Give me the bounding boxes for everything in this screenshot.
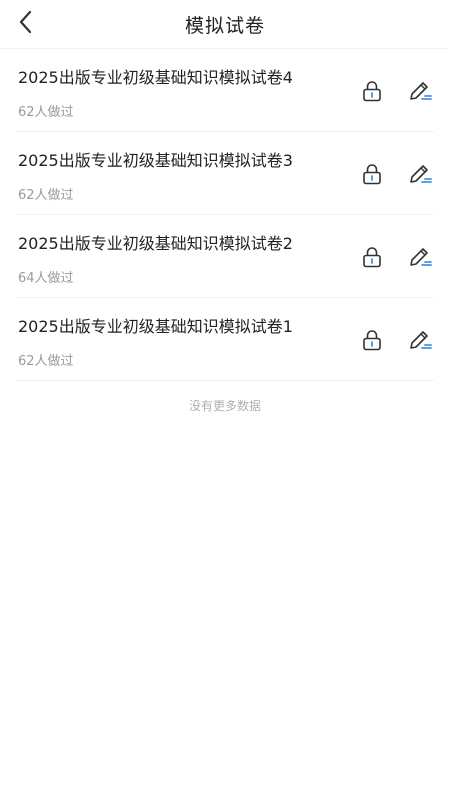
paper-done-count: 62人做过 — [18, 354, 74, 369]
paper-item[interactable]: 2025出版专业初级基础知识模拟试卷2 64人做过 — [16, 215, 434, 298]
paper-done-count: 62人做过 — [18, 105, 74, 120]
no-more-data-text: 没有更多数据 — [188, 399, 261, 413]
lock-icon — [363, 164, 381, 185]
header: 模拟试卷 — [0, 0, 450, 49]
lock-icon — [363, 330, 381, 351]
paper-title: 2025出版专业初级基础知识模拟试卷2 — [18, 234, 293, 253]
paper-title: 2025出版专业初级基础知识模拟试卷3 — [18, 151, 293, 170]
lock-button[interactable] — [358, 77, 386, 105]
app-screen: 模拟试卷 2025出版专业初级基础知识模拟试卷4 62人做过 2025出版专业初… — [0, 0, 450, 800]
pencil-icon — [410, 165, 432, 183]
page-title: 模拟试卷 — [184, 14, 265, 37]
paper-done-count: 62人做过 — [18, 188, 74, 203]
paper-title: 2025出版专业初级基础知识模拟试卷4 — [18, 68, 293, 87]
lock-button[interactable] — [358, 326, 386, 354]
chevron-left-icon — [19, 10, 32, 34]
edit-button[interactable] — [406, 77, 434, 105]
lock-button[interactable] — [358, 243, 386, 271]
edit-button[interactable] — [406, 160, 434, 188]
back-button[interactable] — [10, 5, 42, 39]
pencil-icon — [410, 248, 432, 266]
lock-icon — [363, 247, 381, 268]
paper-item[interactable]: 2025出版专业初级基础知识模拟试卷3 62人做过 — [16, 132, 434, 215]
edit-button[interactable] — [406, 243, 434, 271]
pencil-icon — [410, 82, 432, 100]
edit-button[interactable] — [406, 326, 434, 354]
paper-list: 2025出版专业初级基础知识模拟试卷4 62人做过 2025出版专业初级基础知识… — [0, 49, 450, 381]
paper-title: 2025出版专业初级基础知识模拟试卷1 — [18, 317, 293, 336]
paper-item[interactable]: 2025出版专业初级基础知识模拟试卷4 62人做过 — [16, 49, 434, 132]
pencil-icon — [410, 331, 432, 349]
lock-button[interactable] — [358, 160, 386, 188]
lock-icon — [363, 81, 381, 102]
paper-done-count: 64人做过 — [18, 271, 74, 286]
paper-item[interactable]: 2025出版专业初级基础知识模拟试卷1 62人做过 — [16, 298, 434, 381]
